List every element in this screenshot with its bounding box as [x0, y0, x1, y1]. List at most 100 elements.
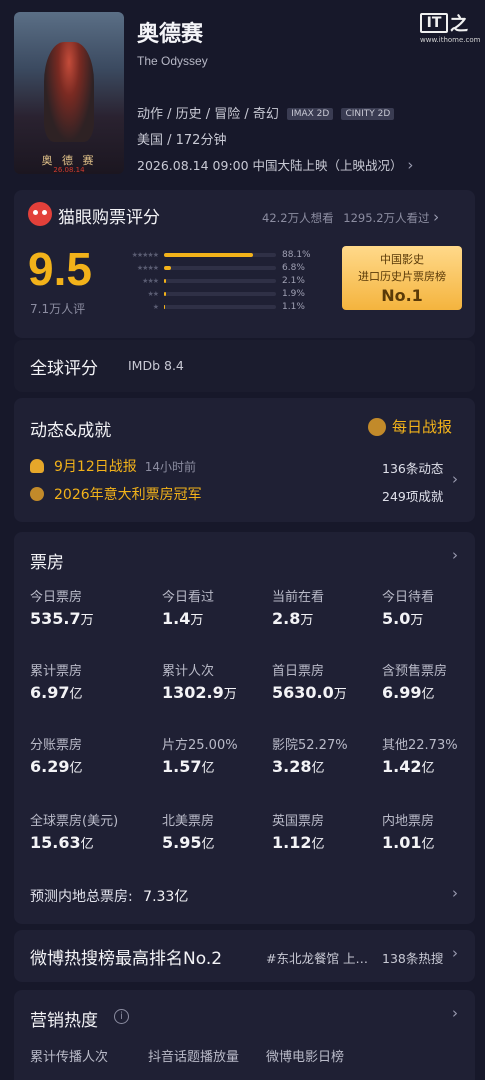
boxoffice-item: 首日票房 5630.0万 — [272, 660, 347, 702]
boxoffice-label: 当前在看 — [272, 590, 325, 605]
rating-card: 猫眼购票评分 42.2万人想看 1295.2万人看过 › 9.5 7.1万人评 … — [14, 190, 475, 338]
boxoffice-value: 3.28亿 — [272, 757, 348, 776]
boxoffice-unit: 亿 — [201, 761, 215, 776]
boxoffice-unit: 亿 — [421, 761, 435, 776]
boxoffice-item: 累计人次 1302.9万 — [162, 660, 237, 702]
boxoffice-unit: 亿 — [201, 837, 215, 852]
news-card: 动态&成就 每日战报 9月12日战报 14小时前 136条动态 2026年意大利… — [14, 398, 475, 522]
boxoffice-unit: 亿 — [421, 837, 435, 852]
chevron-right-icon[interactable]: › — [452, 546, 458, 564]
rating-title: 猫眼购票评分 — [58, 208, 160, 228]
boxoffice-label: 影院52.27% — [272, 738, 348, 753]
rating-bar-track — [164, 278, 276, 283]
boxoffice-value: 535.7万 — [30, 609, 94, 628]
boxoffice-number: 1302.9 — [162, 683, 224, 702]
boxoffice-value: 1.42亿 — [382, 757, 458, 776]
boxoffice-unit: 万 — [333, 687, 347, 702]
rating-bar-3 — [164, 278, 167, 283]
boxoffice-item: 英国票房 1.12亿 — [272, 810, 325, 852]
boxoffice-item: 分账票房 6.29亿 — [30, 734, 83, 776]
daily-report-button[interactable]: 每日战报 — [368, 416, 452, 437]
boxoffice-number: 1.4 — [162, 609, 191, 628]
bell-icon — [30, 459, 44, 473]
boxoffice-label: 英国票房 — [272, 814, 325, 829]
maoyan-cat-icon — [28, 202, 52, 226]
ithome-logo-text: 之 — [450, 14, 468, 35]
chevron-right-icon[interactable]: › — [452, 884, 458, 902]
boxoffice-unit: 万 — [410, 613, 424, 628]
boxoffice-value: 1.57亿 — [162, 757, 238, 776]
boxoffice-item: 全球票房(美元) 15.63亿 — [30, 810, 118, 852]
boxoffice-value: 5.0万 — [382, 609, 434, 628]
chevron-right-icon[interactable]: › — [452, 1004, 458, 1022]
boxoffice-number: 15.63 — [30, 833, 81, 852]
forecast-value: 7.33亿 — [143, 889, 189, 905]
news-item-report[interactable]: 9月12日战报 14小时前 — [30, 456, 196, 476]
boxoffice-label: 累计人次 — [162, 664, 215, 679]
boxoffice-number: 6.29 — [30, 757, 70, 776]
boxoffice-value: 2.8万 — [272, 609, 324, 628]
boxoffice-value: 6.97亿 — [30, 683, 83, 702]
badge-rank: No.1 — [381, 286, 423, 305]
watched-count: 1295.2万人看过 — [343, 211, 430, 225]
movie-title: 奥德赛 — [137, 22, 204, 47]
weibo-card[interactable]: 微博热搜榜最高排名No.2 #东北龙餐馆 上… 138条热搜 › — [14, 930, 475, 982]
imdb-rating[interactable]: IMDb 8.4 — [128, 358, 184, 373]
boxoffice-label: 全球票房(美元) — [30, 814, 119, 829]
rating-bar-1 — [164, 304, 166, 309]
rating-pct-1: 1.1% — [282, 301, 305, 312]
release-info-link[interactable]: 2026.08.14 09:00 中国大陆上映（上映战况） › — [137, 155, 413, 174]
news-count: 136条动态 — [382, 461, 444, 476]
medal-icon — [30, 487, 44, 501]
rating-row-5: ★★★★★ 88.1% — [114, 248, 311, 261]
rating-bar-track — [164, 252, 276, 257]
rating-distribution: ★★★★★ 88.1% ★★★★ 6.8% ★★★ 2.1% ★★ 1.9% ★… — [114, 248, 344, 328]
rating-pct-4: 6.8% — [282, 262, 305, 273]
rating-score: 9.5 — [28, 243, 92, 295]
boxoffice-number: 1.12 — [272, 833, 312, 852]
rating-row-4: ★★★★ 6.8% — [114, 261, 305, 274]
boxoffice-value: 5.95亿 — [162, 833, 215, 852]
rating-pct-3: 2.1% — [282, 275, 305, 286]
movie-poster[interactable]: 奥 德 赛 26.08.14 — [14, 12, 124, 174]
stars-icon: ★★★★★ — [131, 250, 159, 259]
news-item-time: 14小时前 — [144, 459, 197, 474]
news-item-achievement[interactable]: 2026年意大利票房冠军 — [30, 484, 202, 504]
news-item-title: 9月12日战报 — [54, 459, 137, 475]
boxoffice-item: 其他22.73% 1.42亿 — [382, 734, 458, 776]
boxoffice-unit: 亿 — [69, 761, 83, 776]
marketing-col-spread: 累计传播人次 — [30, 1050, 109, 1065]
chevron-right-icon: › — [402, 156, 414, 174]
rating-pct-2: 1.9% — [282, 288, 305, 299]
boxoffice-item: 含预售票房 6.99亿 — [382, 660, 447, 702]
info-icon[interactable]: i — [114, 1009, 129, 1024]
stars-icon: ★ — [152, 302, 159, 311]
movie-genres: 动作 / 历史 / 冒险 / 奇幻 IMAX 2D CINITY 2D — [137, 103, 395, 122]
chevron-right-icon[interactable]: › — [452, 470, 458, 488]
marketing-card: 营销热度 i › 累计传播人次 抖音话题播放量 微博电影日榜 — [14, 990, 475, 1080]
rating-row-1: ★ 1.1% — [114, 300, 305, 313]
boxoffice-label: 北美票房 — [162, 814, 215, 829]
chevron-right-icon: › — [452, 944, 458, 962]
chevron-right-icon: › — [433, 208, 440, 226]
poster-figure — [44, 42, 94, 142]
genre-text: 动作 / 历史 / 冒险 / 奇幻 — [137, 107, 279, 122]
boxoffice-unit: 亿 — [421, 687, 435, 702]
boxoffice-value: 1.12亿 — [272, 833, 325, 852]
forecast-row[interactable]: 预测内地总票房: 7.33亿 — [30, 886, 188, 906]
ranking-badge[interactable]: 中国影史 进口历史片票房榜 No.1 — [342, 246, 462, 310]
boxoffice-number: 1.01 — [382, 833, 422, 852]
achievement-count: 249项成就 — [382, 489, 444, 504]
weibo-topic: #东北龙餐馆 上… — [266, 951, 368, 966]
rating-want-watched[interactable]: 42.2万人想看 1295.2万人看过 › — [262, 208, 439, 226]
boxoffice-unit: 亿 — [311, 837, 325, 852]
boxoffice-number: 6.97 — [30, 683, 70, 702]
boxoffice-label: 今日待看 — [382, 590, 435, 605]
boxoffice-item: 当前在看 2.8万 — [272, 586, 324, 628]
rating-count: 7.1万人评 — [30, 302, 86, 316]
boxoffice-unit: 万 — [80, 613, 94, 628]
boxoffice-value: 6.29亿 — [30, 757, 83, 776]
news-title: 动态&成就 — [30, 421, 112, 441]
boxoffice-number: 2.8 — [272, 609, 301, 628]
boxoffice-number: 5.95 — [162, 833, 202, 852]
